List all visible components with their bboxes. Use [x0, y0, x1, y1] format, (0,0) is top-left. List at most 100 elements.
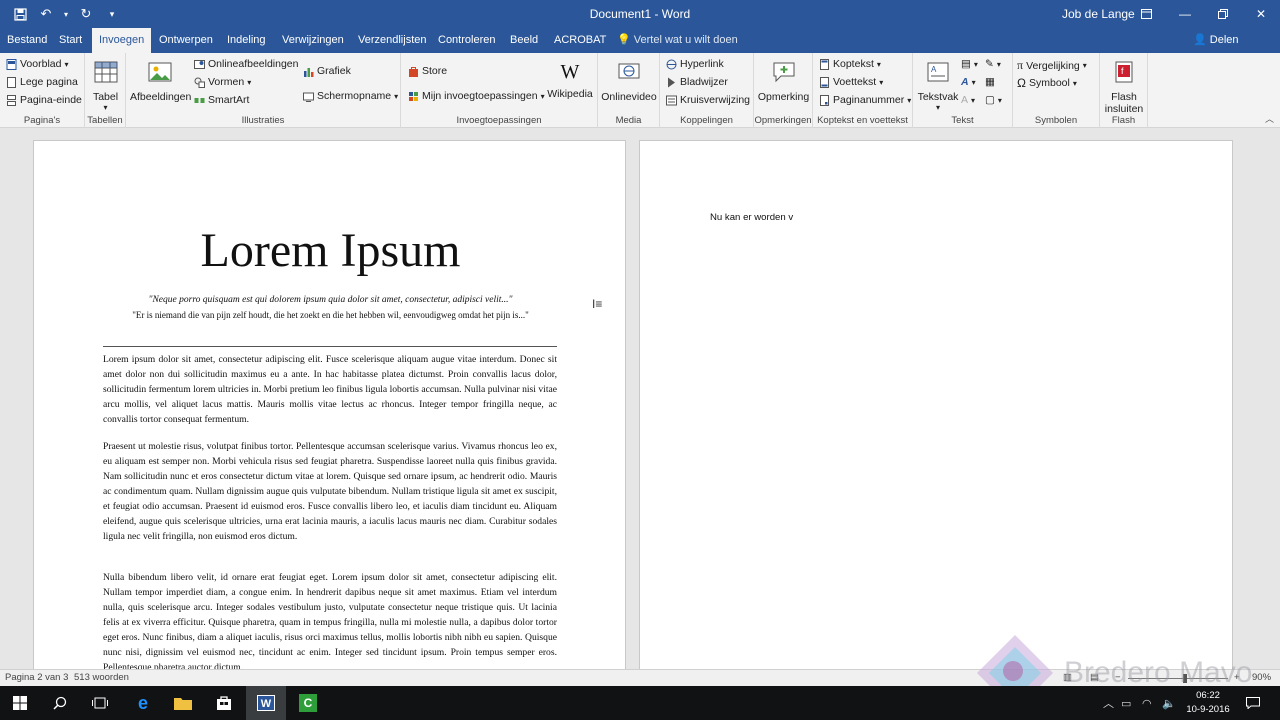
windows-start-icon[interactable] — [0, 686, 40, 720]
paginanummer-button[interactable]: Paginanummer ▾ — [819, 94, 911, 106]
wifi-icon[interactable]: ◠ — [1142, 686, 1152, 720]
clock-date: 10-9-2016 — [1186, 704, 1230, 715]
tab-beeld[interactable]: Beeld — [510, 28, 538, 53]
tekstvak-label: Tekstvak — [917, 91, 959, 103]
tab-verzendlijsten[interactable]: Verzendlijsten — [358, 28, 427, 53]
hyperlink-button[interactable]: Hyperlink — [666, 58, 724, 70]
tab-indeling[interactable]: Indeling — [227, 28, 266, 53]
group-label-paginas: Pagina's — [23, 115, 61, 126]
typed-text: Nu kan er worden v — [710, 212, 794, 223]
signature-line-button[interactable]: ✎ ▾ — [985, 58, 1001, 70]
object-button[interactable]: ▢ ▾ — [985, 94, 1002, 106]
date-time-button[interactable]: ▦ — [985, 76, 995, 88]
quick-parts-button[interactable]: ▤ ▾ — [961, 58, 978, 70]
tekstvak-button[interactable]: A Tekstvak ▾ — [916, 59, 960, 112]
close-icon[interactable]: ✕ — [1242, 0, 1280, 28]
group-label-media: Media — [615, 115, 642, 126]
paragraph-3: Nulla bibendum libero velit, id ornare e… — [103, 572, 557, 669]
task-view-icon[interactable] — [80, 686, 120, 720]
tab-controleren[interactable]: Controleren — [438, 28, 495, 53]
zoom-level[interactable]: 90% — [1252, 672, 1271, 683]
kruisverwijzing-button[interactable]: Kruisverwijzing — [666, 94, 750, 106]
vergelijking-button[interactable]: π Vergelijking ▾ — [1017, 58, 1087, 73]
cross-reference-icon — [666, 95, 677, 105]
dropcap-button[interactable]: A ▾ — [961, 94, 975, 106]
edge-icon[interactable]: e — [123, 686, 163, 720]
header-icon — [820, 58, 829, 70]
maximize-icon[interactable] — [1204, 0, 1242, 28]
group-media: Onlinevideo Media — [598, 53, 660, 128]
camtasia-icon[interactable]: C — [288, 686, 328, 720]
tab-acrobat[interactable]: ACROBAT — [554, 28, 606, 53]
volume-icon[interactable]: 🔈 — [1162, 686, 1176, 720]
tab-invoegen[interactable]: Invoegen — [92, 28, 152, 53]
search-icon[interactable] — [40, 686, 80, 720]
store-button[interactable]: Store — [408, 65, 447, 77]
voettekst-button[interactable]: Voettekst ▾ — [819, 76, 883, 88]
group-opmerkingen: Opmerking Opmerkingen — [754, 53, 813, 128]
ribbon-display-options-icon[interactable] — [1127, 0, 1165, 28]
voettekst-label: Voettekst — [833, 76, 877, 88]
group-tekst: A Tekstvak ▾ ▤ ▾ A ▾ A ▾ ✎ ▾ ▦ ▢ ▾ Tekst — [913, 53, 1013, 128]
schermopname-label: Schermopname — [317, 90, 392, 102]
user-name[interactable]: Job de Lange — [1062, 7, 1135, 21]
mijn-invoegtoepassingen-button[interactable]: Mijn invoegtoepassingen ▾ — [408, 90, 545, 102]
notifications-icon[interactable] — [1246, 686, 1260, 720]
store-taskbar-icon[interactable] — [204, 686, 244, 720]
show-hidden-icons-icon[interactable]: ︿ — [1103, 686, 1114, 720]
minimize-icon[interactable]: — — [1166, 0, 1204, 28]
word-taskbar-icon[interactable]: W — [246, 686, 286, 720]
latin-quote: "Neque porro quisquam est qui dolorem ip… — [148, 295, 513, 305]
tab-verwijzingen[interactable]: Verwijzingen — [282, 28, 344, 53]
grafiek-button[interactable]: Grafiek — [303, 65, 351, 77]
page-2[interactable]: Lorem Ipsum "Neque porro quisquam est qu… — [33, 140, 626, 669]
group-paginas: Voorblad ▾ Lege pagina Pagina-einde Pagin… — [0, 53, 85, 128]
tab-ontwerpen[interactable]: Ontwerpen — [159, 28, 213, 53]
paragraph-2: Praesent ut molestie risus, volutpat fin… — [103, 441, 557, 542]
equation-icon: π — [1017, 58, 1024, 72]
smartart-button[interactable]: SmartArt — [194, 94, 249, 106]
tab-bestand[interactable]: Bestand — [7, 28, 47, 53]
shapes-icon — [194, 77, 205, 88]
textbox-icon: A — [927, 62, 949, 82]
flash-insluiten-button[interactable]: f Flash insluiten — [1102, 59, 1146, 115]
collapse-ribbon-icon[interactable]: ︿ — [1265, 112, 1274, 125]
group-label-opmerkingen: Opmerkingen — [754, 115, 812, 126]
symbool-button[interactable]: Ω Symbool ▾ — [1017, 76, 1077, 90]
tell-me-search[interactable]: 💡 Vertel wat u wilt doen — [617, 28, 738, 53]
document-area[interactable]: Lorem Ipsum "Neque porro quisquam est qu… — [0, 128, 1280, 669]
afbeeldingen-button[interactable]: Afbeeldingen — [130, 59, 192, 103]
wordart-icon: A — [961, 76, 969, 88]
word-count[interactable]: 513 woorden — [74, 672, 129, 683]
lege-pagina-button[interactable]: Lege pagina — [6, 76, 78, 88]
battery-icon[interactable]: ▭ — [1121, 686, 1131, 720]
opmerking-button[interactable]: Opmerking — [756, 59, 811, 103]
signature-line-icon: ✎ — [985, 58, 994, 70]
system-clock[interactable]: 06:22 10-9-2016 — [1186, 689, 1230, 717]
kruisverwijzing-label: Kruisverwijzing — [680, 94, 751, 106]
cover-page-icon — [6, 58, 17, 70]
tabel-button[interactable]: Tabel ▾ — [89, 59, 122, 112]
footer-icon — [820, 76, 829, 88]
bladwijzer-button[interactable]: Bladwijzer — [666, 76, 728, 88]
vormen-button[interactable]: Vormen ▾ — [194, 76, 251, 88]
koptekst-button[interactable]: Koptekst ▾ — [819, 58, 881, 70]
share-button[interactable]: 👤 Delen — [1193, 28, 1239, 53]
onlineafbeeldingen-button[interactable]: Onlineafbeeldingen — [194, 58, 299, 70]
paragraph-1: Lorem ipsum dolor sit amet, consectetur … — [103, 354, 557, 425]
group-label-tabellen: Tabellen — [87, 115, 123, 126]
schermopname-button[interactable]: Schermopname ▾ — [303, 90, 398, 102]
afbeeldingen-label: Afbeeldingen — [130, 91, 192, 103]
wikipedia-button[interactable]: W Wikipedia — [545, 59, 595, 100]
pagina-einde-button[interactable]: Pagina-einde — [6, 94, 82, 106]
wordart-button[interactable]: A ▾ — [961, 76, 976, 88]
online-video-icon — [618, 63, 640, 79]
voorblad-button[interactable]: Voorblad ▾ — [6, 58, 68, 70]
page-3[interactable]: Nu kan er worden v — [639, 140, 1233, 669]
file-explorer-icon[interactable] — [163, 686, 203, 720]
store-label: Store — [422, 65, 448, 77]
addins-icon — [409, 91, 418, 101]
tab-start[interactable]: Start — [59, 28, 82, 53]
onlinevideo-button[interactable]: Onlinevideo — [600, 59, 658, 103]
page-indicator[interactable]: Pagina 2 van 3 — [5, 672, 68, 683]
